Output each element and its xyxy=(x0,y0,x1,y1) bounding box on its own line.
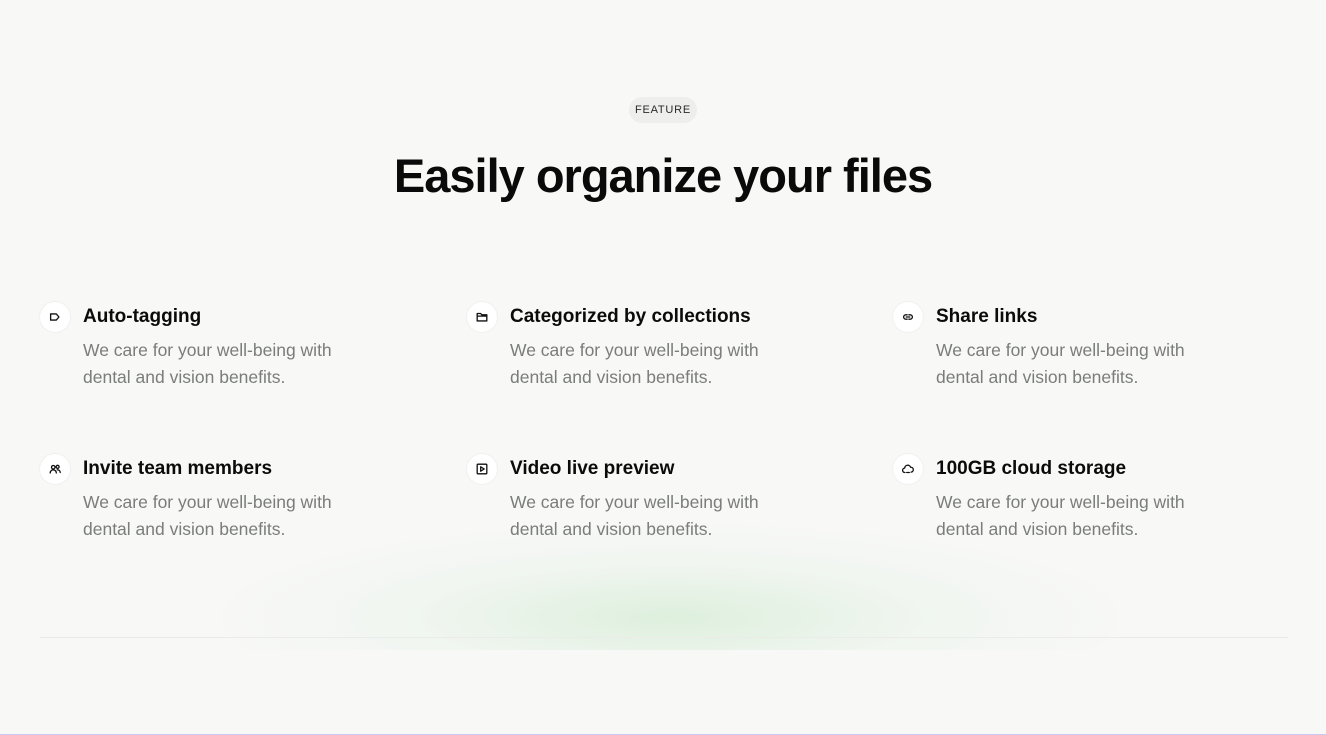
feature-collections: Categorized by collections We care for y… xyxy=(467,302,847,402)
feature-video-preview: Video live preview We care for your well… xyxy=(467,454,847,554)
feature-description: We care for your well-being with dental … xyxy=(936,340,1185,387)
section-title: Easily organize your files xyxy=(393,149,933,202)
feature-invite-team: Invite team members We care for your wel… xyxy=(40,454,420,554)
feature-title: 100GB cloud storage xyxy=(936,458,1127,479)
features-section: FEATURE Easily organize your files Auto-… xyxy=(0,0,1326,735)
feature-title: Auto-tagging xyxy=(83,306,202,327)
folder-icon xyxy=(467,302,497,332)
feature-title: Video live preview xyxy=(510,458,675,479)
feature-description: We care for your well-being with dental … xyxy=(83,340,332,387)
link-icon xyxy=(893,302,923,332)
feature-title: Categorized by collections xyxy=(510,306,751,327)
play-square-icon xyxy=(467,454,497,484)
feature-description: We care for your well-being with dental … xyxy=(510,340,759,387)
feature-description: We care for your well-being with dental … xyxy=(83,492,332,539)
users-icon xyxy=(40,454,70,484)
feature-auto-tagging: Auto-tagging We care for your well-being… xyxy=(40,302,420,402)
section-badge: FEATURE xyxy=(629,97,697,123)
feature-title: Invite team members xyxy=(83,458,273,479)
feature-title: Share links xyxy=(936,306,1038,327)
feature-description: We care for your well-being with dental … xyxy=(936,492,1185,539)
cloud-icon xyxy=(893,454,923,484)
feature-description: We care for your well-being with dental … xyxy=(510,492,759,539)
tag-icon xyxy=(40,302,70,332)
feature-share-links: Share links We care for your well-being … xyxy=(893,302,1273,402)
feature-cloud-storage: 100GB cloud storage We care for your wel… xyxy=(893,454,1273,554)
section-divider xyxy=(40,637,1288,638)
